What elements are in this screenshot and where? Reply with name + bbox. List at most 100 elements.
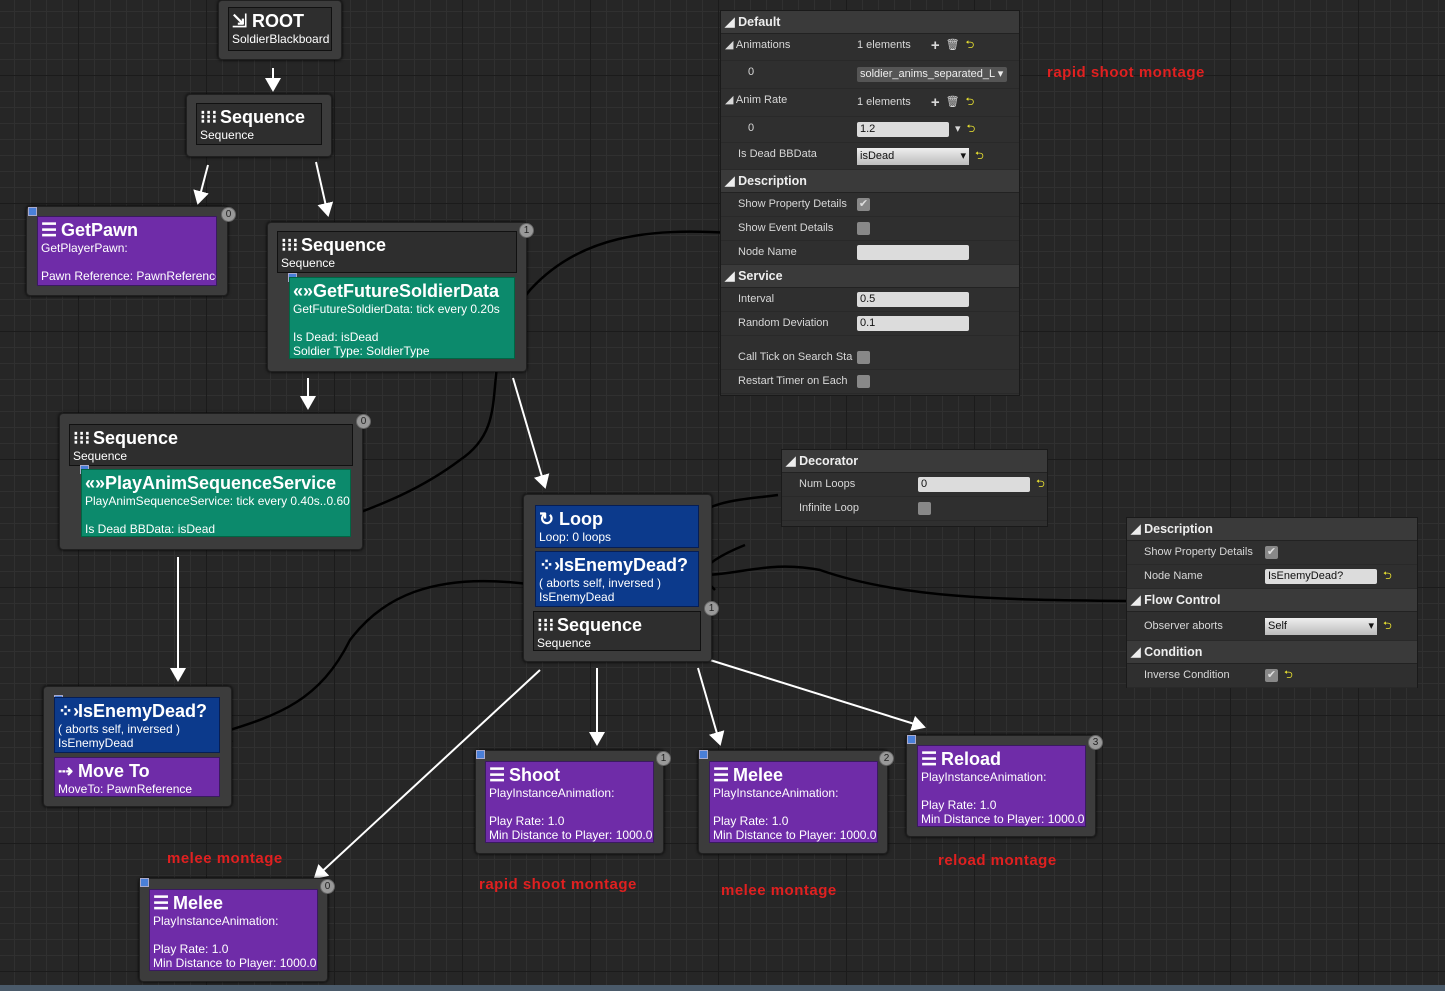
reset-icon[interactable]: ⮌ xyxy=(966,91,975,114)
section-description[interactable]: ◢ Description xyxy=(721,170,1019,193)
isenemydead-decorator[interactable]: ⁘›IsEnemyDead? ( aborts self, inversed )… xyxy=(54,697,220,753)
execution-index-badge: 0 xyxy=(221,207,236,222)
blackboard-decorator-panel: ◢ Description Show Property Details ✔ Nod… xyxy=(1126,517,1418,688)
execution-index-badge: 0 xyxy=(356,414,371,429)
annotation-label: reload montage xyxy=(938,852,1057,869)
reset-icon[interactable]: ⮌ xyxy=(975,145,984,168)
loop-sequence-node[interactable]: ↻ Loop Loop: 0 loops ⁘›IsEnemyDead? ( abo… xyxy=(523,494,712,662)
infinite-loop-checkbox[interactable] xyxy=(918,502,931,515)
node-title: IsEnemyDead? xyxy=(78,701,208,721)
node-line: Min Distance to Player: 1000.0 xyxy=(713,828,877,842)
loop-icon: ↻ xyxy=(539,509,555,529)
melee-task-node[interactable]: ☰ Melee PlayInstanceAnimation: Play Rate:… xyxy=(139,878,328,982)
reset-icon[interactable]: ⮌ xyxy=(1036,473,1045,496)
section-title: Description xyxy=(1144,522,1213,536)
moveto-icon: ⇢ xyxy=(58,761,74,781)
task-icon: ☰ xyxy=(489,765,506,785)
call-tick-checkbox[interactable] xyxy=(857,351,870,364)
task-icon: ☰ xyxy=(41,220,58,240)
node-line: Min Distance to Player: 1000.0 xyxy=(489,828,653,842)
show-property-details-checkbox[interactable]: ✔ xyxy=(857,198,870,211)
root-node[interactable]: ⇲ ROOT SoldierBlackboard xyxy=(218,0,342,60)
delete-icon[interactable]: 🗑 xyxy=(946,91,960,114)
element-count: 1 elements xyxy=(857,39,911,51)
interval-input[interactable]: 0.5 xyxy=(857,292,969,307)
node-line: Pawn Reference: PawnReference xyxy=(41,269,217,283)
node-title: PlayAnimSequenceService xyxy=(105,473,337,493)
service-playanimsequence[interactable]: «»PlayAnimSequenceService PlayAnimSequen… xyxy=(81,469,351,537)
bottom-scrollbar[interactable] xyxy=(0,985,1445,991)
task-icon: ☰ xyxy=(713,765,730,785)
pin xyxy=(28,207,37,216)
reset-icon[interactable]: ⮌ xyxy=(967,118,976,141)
moveto-task-node[interactable]: ⁘›IsEnemyDead? ( aborts self, inversed )… xyxy=(43,686,232,807)
reset-icon[interactable]: ⮌ xyxy=(1284,664,1293,687)
sequence-icon: ⁝⁝⁝ xyxy=(281,235,299,255)
node-line: IsEnemyDead xyxy=(539,590,615,604)
getpawn-task-node[interactable]: ☰ GetPawn GetPlayerPawn: Pawn Reference: … xyxy=(26,206,228,296)
show-event-details-checkbox[interactable] xyxy=(857,222,870,235)
isenemydead-decorator[interactable]: ⁘›IsEnemyDead? ( aborts self, inversed )… xyxy=(535,551,699,607)
observer-aborts-dropdown[interactable]: Self ▾ xyxy=(1265,617,1377,635)
execution-index-badge: 1 xyxy=(519,223,534,238)
node-title: ROOT xyxy=(252,11,304,31)
section-default[interactable]: ◢ Default xyxy=(721,11,1019,34)
inverse-condition-checkbox[interactable]: ✔ xyxy=(1265,669,1278,682)
node-line: ( aborts self, inversed ) xyxy=(539,576,662,590)
chevron-down-icon[interactable]: ▾ xyxy=(955,118,961,141)
sequence-icon: ⁝⁝⁝ xyxy=(537,615,555,635)
animation-asset-dropdown[interactable]: soldier_anims_separated_L ▾ xyxy=(857,67,1007,82)
restart-timer-checkbox[interactable] xyxy=(857,375,870,388)
property-label: Restart Timer on Each xyxy=(738,375,848,387)
show-property-details-checkbox[interactable]: ✔ xyxy=(1265,546,1278,559)
is-dead-dropdown[interactable]: isDead ▾ xyxy=(857,147,969,165)
property-label: Is Dead BBData xyxy=(738,148,817,160)
node-title: Shoot xyxy=(509,765,560,785)
reset-icon[interactable]: ⮌ xyxy=(1383,565,1392,588)
sequence-node[interactable]: ⁝⁝⁝ Sequence Sequence «»PlayAnimSequenceS… xyxy=(59,413,363,550)
shoot-task-node[interactable]: ☰ Shoot PlayInstanceAnimation: Play Rate:… xyxy=(475,750,664,854)
node-subtitle: Sequence xyxy=(281,256,336,270)
task-icon: ☰ xyxy=(153,893,170,913)
node-line: MoveTo: PawnReference xyxy=(58,782,193,796)
annotation-label: melee montage xyxy=(167,850,283,867)
node-title: Loop xyxy=(559,509,603,529)
property-label: Call Tick on Search Sta xyxy=(738,351,853,363)
section-description[interactable]: ◢ Description xyxy=(1127,518,1417,541)
section-condition[interactable]: ◢ Condition xyxy=(1127,641,1417,664)
section-flow-control[interactable]: ◢ Flow Control xyxy=(1127,589,1417,612)
node-line: Play Rate: 1.0 xyxy=(921,798,997,812)
section-title: Default xyxy=(738,15,781,29)
node-line: Soldier Type: SoldierType xyxy=(293,344,430,358)
node-line: Play Rate: 1.0 xyxy=(489,814,565,828)
node-line: PlayInstanceAnimation: xyxy=(713,786,839,800)
sequence-node[interactable]: ⁝⁝⁝ Sequence Sequence xyxy=(186,94,332,157)
property-label: Infinite Loop xyxy=(799,502,859,514)
pin xyxy=(476,750,485,759)
section-decorator[interactable]: ◢ Decorator xyxy=(782,450,1047,473)
service-getfuturesoldierdata[interactable]: «»GetFutureSoldierData GetFutureSoldierD… xyxy=(289,277,515,359)
add-element-icon[interactable]: + xyxy=(931,34,940,57)
reset-icon[interactable]: ⮌ xyxy=(1383,615,1392,638)
delete-icon[interactable]: 🗑 xyxy=(946,34,960,57)
node-line: ( aborts self, inversed ) xyxy=(58,722,181,736)
node-title: IsEnemyDead? xyxy=(559,555,689,575)
reload-task-node[interactable]: ☰ Reload PlayInstanceAnimation: Play Rate… xyxy=(906,735,1096,837)
section-service[interactable]: ◢ Service xyxy=(721,265,1019,288)
node-name-input[interactable]: IsEnemyDead? xyxy=(1265,569,1377,584)
section-title: Service xyxy=(738,269,783,283)
reset-icon[interactable]: ⮌ xyxy=(966,34,975,57)
pin xyxy=(907,735,916,744)
node-name-input[interactable] xyxy=(857,245,969,260)
loop-decorator[interactable]: ↻ Loop Loop: 0 loops xyxy=(535,505,699,548)
add-element-icon[interactable]: + xyxy=(931,91,940,114)
node-line: PlayAnimSequenceService: tick every 0.40… xyxy=(85,494,351,508)
random-deviation-input[interactable]: 0.1 xyxy=(857,316,969,331)
annotation-label: melee montage xyxy=(721,882,837,899)
property-label: Show Property Details xyxy=(1144,546,1253,558)
num-loops-input[interactable]: 0 xyxy=(918,477,1030,492)
anim-rate-input[interactable]: 1.2 xyxy=(857,122,949,137)
node-title: Sequence xyxy=(301,235,387,255)
melee-task-node[interactable]: ☰ Melee PlayInstanceAnimation: Play Rate:… xyxy=(698,750,888,854)
sequence-node[interactable]: ⁝⁝⁝ Sequence Sequence «»GetFutureSoldierD… xyxy=(267,222,527,372)
